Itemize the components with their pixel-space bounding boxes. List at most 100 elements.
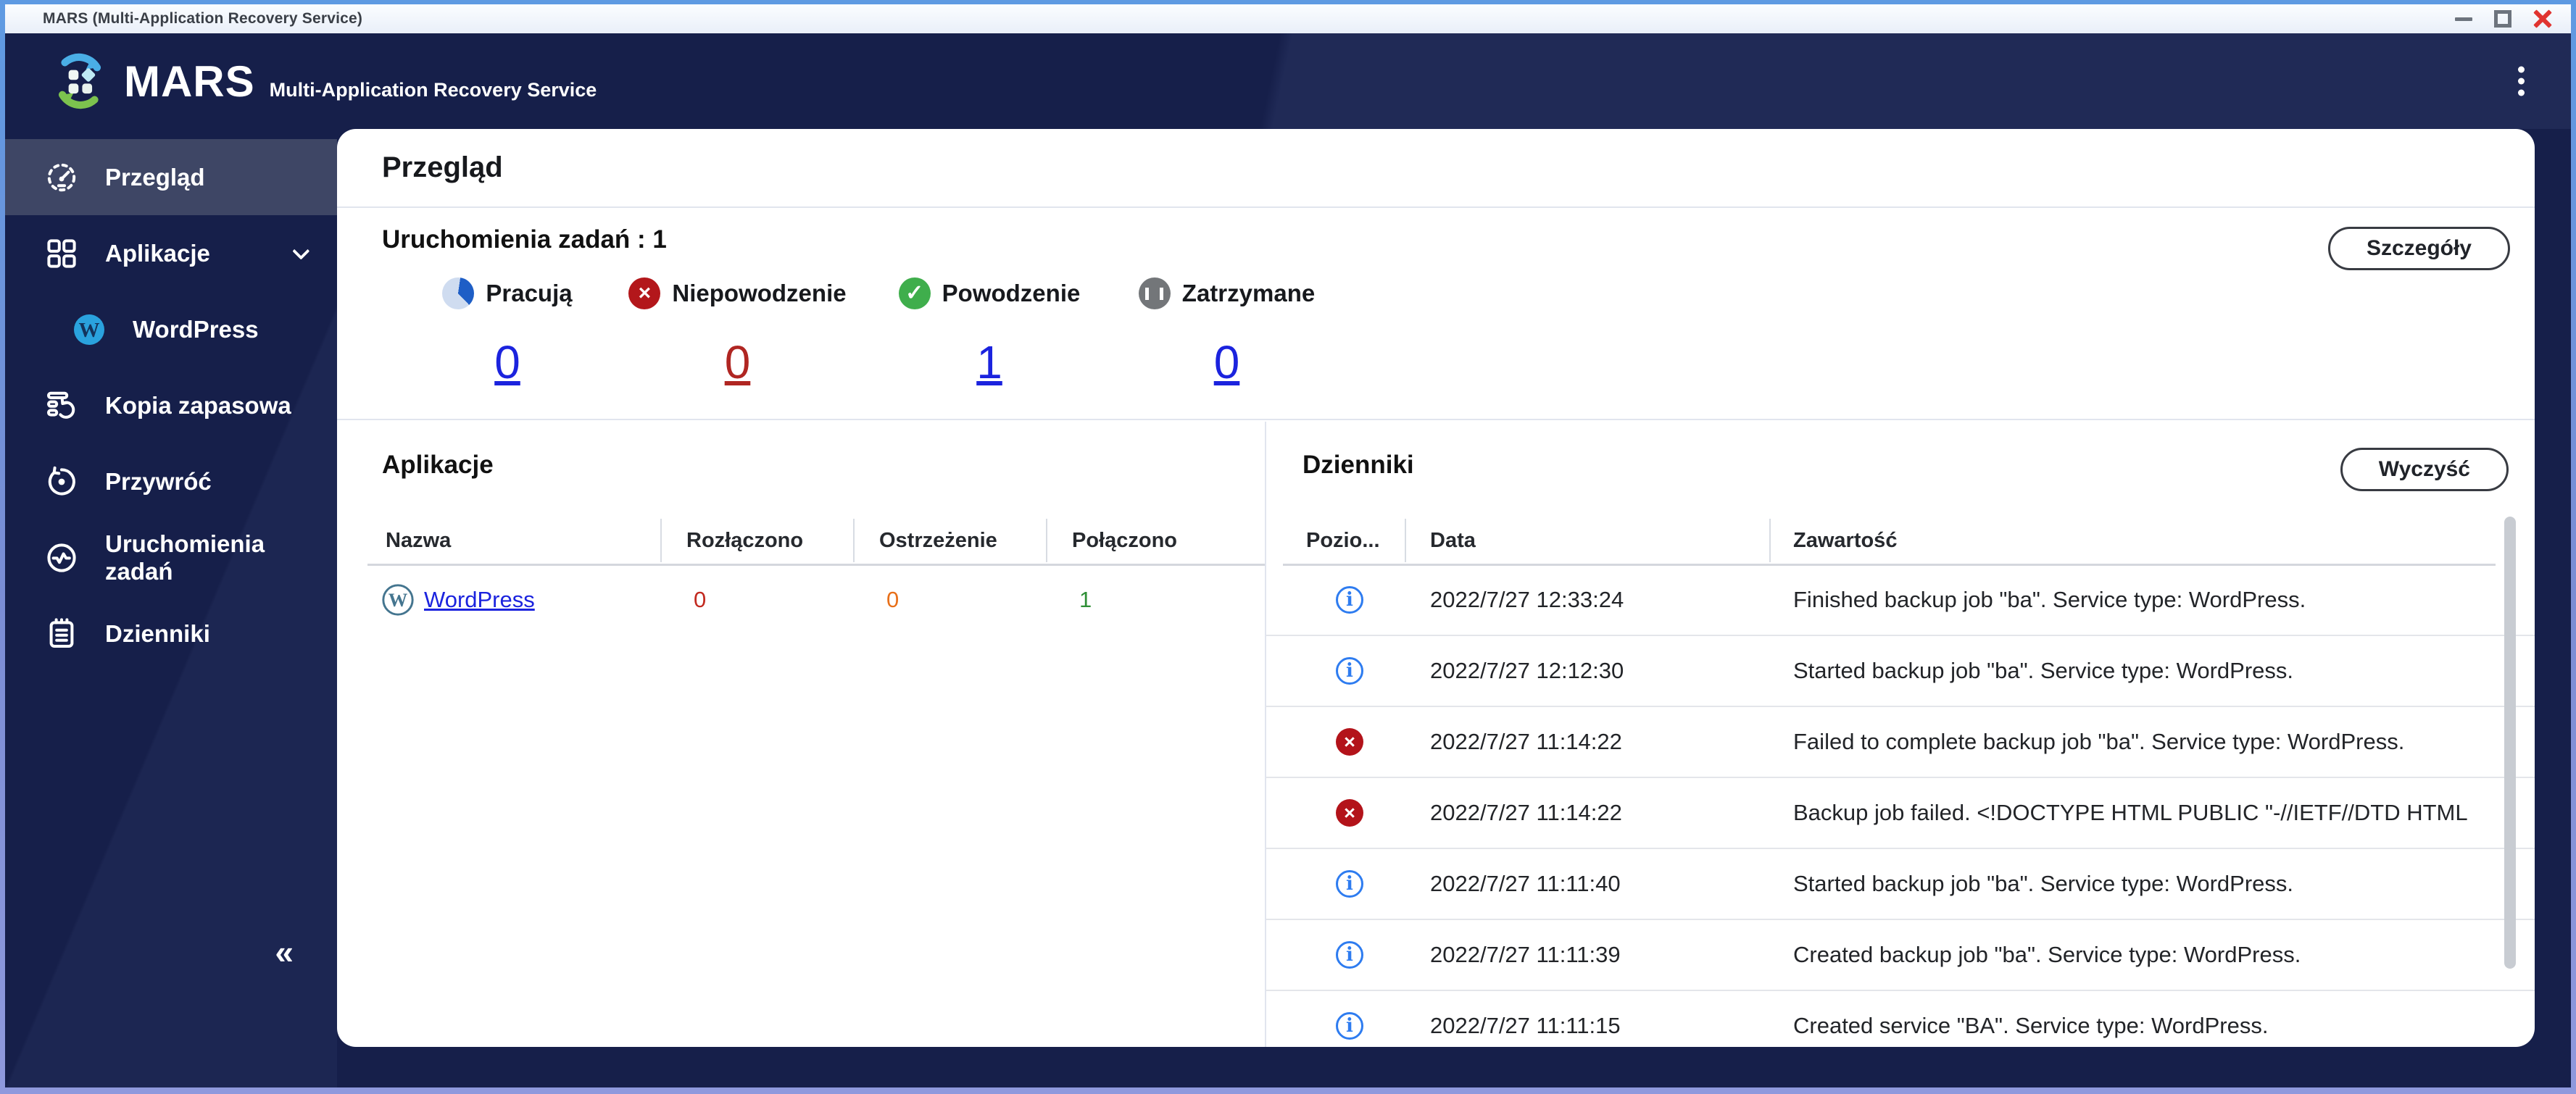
sidebar-item-label: Uruchomienia zadań [105,530,265,585]
brand: MARS Multi-Application Recovery Service [124,57,597,107]
sidebar-item-label: WordPress [133,315,259,343]
log-date: 2022/7/27 11:11:15 [1430,1013,1621,1038]
column-header-zawartosc: Zawartość [1793,529,1898,552]
log-row: i 2022/7/27 11:11:39 Created backup job "b… [1266,920,2535,991]
error-icon: × [1336,728,1363,756]
restore-icon [44,464,79,499]
log-content: Created service "BA". Service type: Word… [1793,1013,2269,1038]
log-date: 2022/7/27 12:33:24 [1430,587,1624,612]
logs-icon [44,617,79,651]
task-runs-title: Uruchomienia zadań : 1 [382,225,667,254]
sidebar: Przegląd Aplikacje W WordPress Kopia zapasow… [5,129,337,1087]
warning-count: 0 [886,587,899,612]
column-separator [1046,519,1047,562]
success-icon: ✓ [898,277,931,309]
details-button[interactable]: Szczegóły [2327,227,2510,270]
info-icon: i [1336,870,1363,898]
sidebar-item-label: Przywróć [105,467,212,495]
status-head: × Niepowodzenie [623,277,852,309]
window-title: MARS (Multi-Application Recovery Service… [43,10,363,27]
info-icon: i [1336,1012,1363,1040]
sidebar-item-label: Kopia zapasowa [105,391,291,419]
log-row: × 2022/7/27 11:14:22 Backup job failed. <!… [1266,778,2535,849]
minimize-button[interactable] [2455,17,2472,21]
applications-title: Aplikacje [382,451,494,479]
logs-list: i 2022/7/27 12:33:24 Finished backup job "… [1266,565,2535,1047]
status-failure: × Niepowodzenie 0 [623,277,852,389]
connected-count: 1 [1079,587,1092,612]
status-label: Zatrzymane [1181,280,1316,306]
status-success: ✓ Powodzenie 1 [892,277,1087,389]
maximize-button[interactable] [2494,10,2511,28]
log-content: Failed to complete backup job "ba". Serv… [1793,729,2405,754]
wordpress-icon: W [72,312,107,347]
wordpress-icon: W [382,584,414,616]
window-controls [2455,9,2552,28]
status-head: Zatrzymane [1131,277,1323,309]
page-title: Przegląd [337,129,2535,208]
status-value-link[interactable]: 0 [725,335,751,389]
log-date: 2022/7/27 11:14:22 [1430,729,1622,754]
log-content: Finished backup job "ba". Service type: … [1793,587,2306,612]
table-row: W WordPress 0 0 1 [337,565,1265,635]
logs-scrollbar-thumb[interactable] [2504,517,2516,969]
sidebar-item-wordpress[interactable]: W WordPress [5,291,337,367]
log-content: Backup job failed. <!DOCTYPE HTML PUBLIC… [1793,800,2469,825]
sidebar-collapse-button[interactable]: « [275,932,294,972]
chevron-down-icon[interactable] [292,242,310,260]
app-header: MARS Multi-Application Recovery Service [5,33,2571,129]
sidebar-item-label: Dzienniki [105,619,210,647]
status-stopped: Zatrzymane 0 [1131,277,1323,389]
log-content: Created backup job "ba". Service type: W… [1793,942,2301,967]
info-icon: i [1336,941,1363,969]
status-value-link[interactable]: 0 [1214,335,1240,389]
backup-icon [44,388,79,423]
stopped-icon [1138,277,1171,309]
running-icon [442,277,475,309]
column-header-rozlaczono: Rozłączono [686,529,804,552]
sidebar-item-dzienniki[interactable]: Dzienniki [5,596,337,672]
sidebar-item-label: Przegląd [105,163,205,191]
sidebar-item-przegl-d[interactable]: Przegląd [5,139,337,215]
main-area: Przegląd Aplikacje W WordPress Kopia zapasow… [5,129,2571,1087]
log-content: Started backup job "ba". Service type: W… [1793,658,2293,683]
log-date: 2022/7/27 12:12:30 [1430,658,1624,683]
app-link[interactable]: WordPress [424,587,535,613]
logs-panel: Dzienniki Wyczyść Pozio... Data Zawartoś… [1266,422,2535,1047]
task-runs-icon [44,540,79,575]
column-header-polaczono: Połączono [1072,529,1178,552]
log-row: i 2022/7/27 11:11:15 Created service "BA".… [1266,991,2535,1047]
sidebar-item-uruchomienia-zada[interactable]: Uruchomienia zadań [5,519,337,596]
close-button[interactable] [2533,9,2552,28]
content-card: Przegląd Uruchomienia zadań : 1 Szczegół… [337,129,2535,1047]
status-label: Powodzenie [942,280,1081,306]
log-row: i 2022/7/27 11:11:40 Started backup job "b… [1266,849,2535,920]
clear-logs-button[interactable]: Wyczyść [2340,448,2509,491]
column-header-ostrzezenie: Ostrzeżenie [879,529,997,552]
status-label: Pracują [486,280,573,306]
os-titlebar: MARS (Multi-Application Recovery Service… [5,4,2571,33]
log-row: i 2022/7/27 12:12:30 Started backup job "b… [1266,636,2535,707]
svg-text:W: W [79,319,100,342]
column-header-data: Data [1430,529,1476,552]
status-value-link[interactable]: 0 [494,335,520,389]
failure-icon: × [628,277,661,309]
sidebar-item-aplikacje[interactable]: Aplikacje [5,215,337,291]
disconnected-count: 0 [694,587,707,612]
status-running: Pracują 0 [431,277,583,389]
sidebar-item-przywr[interactable]: Przywróć [5,443,337,519]
grid-icon [44,236,79,271]
logs-title: Dzienniki [1302,451,1414,479]
log-row: i 2022/7/27 12:33:24 Finished backup job "… [1266,565,2535,636]
column-separator [660,519,662,562]
log-date: 2022/7/27 11:14:22 [1430,800,1622,825]
kebab-menu-icon[interactable] [2514,62,2529,101]
status-value-link[interactable]: 1 [976,335,1002,389]
window-body: MARS (Multi-Application Recovery Service… [5,4,2571,1087]
log-row: × 2022/7/27 11:14:22 Failed to complete ba… [1266,707,2535,778]
svg-text:W: W [389,589,408,611]
column-header-poziom: Pozio... [1306,529,1380,552]
mars-logo-icon [50,51,109,111]
sidebar-item-kopia-zapasowa[interactable]: Kopia zapasowa [5,367,337,443]
status-head: ✓ Powodzenie [892,277,1087,309]
